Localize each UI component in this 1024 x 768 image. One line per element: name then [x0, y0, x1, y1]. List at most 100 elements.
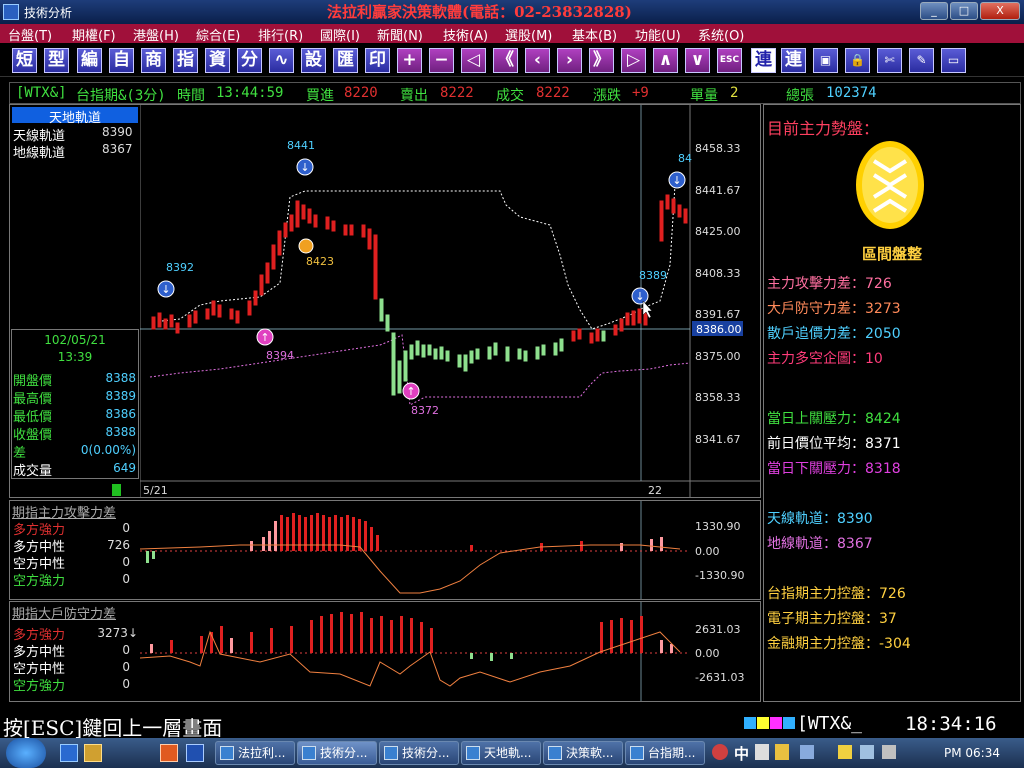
- task-decision[interactable]: 決策軟...: [543, 741, 623, 765]
- menu-system[interactable]: 系统(O): [698, 25, 744, 44]
- close-button[interactable]: X: [980, 2, 1020, 20]
- stat-upper-pressure: 當日上關壓力：8424: [767, 411, 901, 427]
- task-label: 天地軌...: [484, 746, 532, 760]
- symbol: [WTX&]: [16, 85, 67, 101]
- menu-intl[interactable]: 國際(I): [320, 25, 360, 44]
- lock-icon[interactable]: 🔒: [845, 48, 870, 73]
- tool-edit[interactable]: 編: [77, 48, 102, 73]
- tray-app-icon[interactable]: [712, 744, 728, 760]
- frame-icon[interactable]: ▭: [941, 48, 966, 73]
- bid-value: 8220: [344, 85, 378, 101]
- quicklaunch-app-icon[interactable]: [160, 744, 178, 762]
- defense-diff-panel[interactable]: 期指大戶防守力差 多方強力 3273↓ 多方中性 0 空方中性 0 空方強力 0…: [9, 601, 761, 702]
- menu-ranking[interactable]: 排行(R): [258, 25, 303, 44]
- stat-lower-pressure: 當日下關壓力：8318: [767, 461, 901, 477]
- y-tick: 8358.33: [695, 391, 741, 404]
- trend-badge-label: 區間盤整: [861, 245, 922, 263]
- tray-clock[interactable]: PM 06:34: [944, 746, 1000, 760]
- ind1-tick-zero: 0.00: [695, 545, 720, 558]
- task-tech-analysis-1[interactable]: 技術分...: [297, 741, 377, 765]
- task-tech-analysis-2[interactable]: 技術分...: [379, 741, 459, 765]
- tool-print[interactable]: 印: [365, 48, 390, 73]
- menu-news[interactable]: 新聞(N): [377, 25, 423, 44]
- first-icon[interactable]: ◁: [461, 48, 486, 73]
- menu-futures[interactable]: 期權(F): [72, 25, 116, 44]
- candlestick-chart[interactable]: 8441 ↓ 8392 ↓ 8423 ↑ 8394 ↑ 8372 8389 ↓ …: [140, 105, 760, 497]
- ime-indicator[interactable]: 中: [734, 743, 749, 764]
- tool-short[interactable]: 短: [12, 48, 37, 73]
- tool-split[interactable]: 分: [237, 48, 262, 73]
- quicklaunch-folder-icon[interactable]: [84, 744, 102, 762]
- link-button-active[interactable]: 連: [751, 48, 776, 73]
- title-bar: 技術分析 法拉利贏家決策軟體(電話：02-23832828) _ □ X: [0, 0, 1024, 24]
- tool-export[interactable]: 匯: [333, 48, 358, 73]
- tray-network-icon[interactable]: [860, 745, 874, 759]
- task-ferrari[interactable]: 法拉利...: [215, 741, 295, 765]
- tray-help-icon[interactable]: [800, 745, 814, 759]
- attack-diff-panel[interactable]: 期指主力攻擊力差 多方強力 0 多方中性 726 空方中性 0 空方強力 0 1…: [9, 500, 761, 600]
- marker-8423[interactable]: 8423: [298, 238, 334, 268]
- zoom-out-icon[interactable]: −: [429, 48, 454, 73]
- stat-te-control: 電子期主力控盤：37: [767, 611, 897, 627]
- task-label: 技術分...: [402, 746, 450, 760]
- price-chart-panel[interactable]: 天地軌道 天線軌道 8390 地線軌道 8367 102/05/21 13:39…: [9, 104, 761, 498]
- tool-custom[interactable]: 自: [109, 48, 134, 73]
- change-label: 漲跌: [593, 88, 621, 104]
- up-icon[interactable]: ∧: [653, 48, 678, 73]
- fast-back-icon[interactable]: 《: [493, 48, 518, 73]
- marker-8394[interactable]: ↑ 8394: [256, 328, 294, 362]
- high-label: 最高價: [13, 392, 53, 407]
- x-label-start: 5/21: [143, 484, 168, 497]
- menu-basic[interactable]: 基本(B): [572, 25, 617, 44]
- tool-type[interactable]: 型: [44, 48, 69, 73]
- candles: [151, 194, 688, 396]
- menu-picker[interactable]: 選股(M): [505, 25, 552, 44]
- time-value: 13:44:59: [216, 85, 284, 101]
- fast-forward-icon[interactable]: 》: [589, 48, 614, 73]
- scissors-icon[interactable]: ✄: [877, 48, 902, 73]
- app-icon: [548, 746, 562, 760]
- ind1-tick-top: 1330.90: [695, 520, 741, 533]
- esc-button[interactable]: ESC: [717, 48, 742, 73]
- marker-84[interactable]: 84 ↓: [668, 152, 692, 189]
- current-price-tag: 8386.00: [696, 323, 742, 336]
- start-button[interactable]: [6, 738, 46, 768]
- quicklaunch-word-icon[interactable]: [186, 744, 204, 762]
- menu-hk[interactable]: 港盤(H): [133, 25, 179, 44]
- tray-pad-icon[interactable]: [775, 744, 789, 760]
- pencil-icon[interactable]: ✎: [909, 48, 934, 73]
- marker-8441[interactable]: 8441 ↓: [287, 139, 315, 176]
- zoom-in-icon[interactable]: +: [397, 48, 422, 73]
- window-icon[interactable]: ▣: [813, 48, 838, 73]
- marker-8392-label: 8392: [166, 261, 194, 274]
- menu-composite[interactable]: 綜合(E): [196, 25, 240, 44]
- down-icon[interactable]: ∨: [685, 48, 710, 73]
- status-hint: 按[ESC]鍵回上一層畫面: [3, 716, 223, 740]
- task-track[interactable]: 天地軌...: [461, 741, 541, 765]
- back-icon[interactable]: ‹: [525, 48, 550, 73]
- menu-tech[interactable]: 技術(A): [443, 25, 488, 44]
- marker-8392[interactable]: 8392 ↓: [157, 261, 194, 298]
- tray-flag-icon[interactable]: [838, 745, 852, 759]
- menu-taipan[interactable]: 台盤(T): [8, 25, 52, 44]
- last-icon[interactable]: ▷: [621, 48, 646, 73]
- chart-icon[interactable]: ∿: [269, 48, 294, 73]
- link-button[interactable]: 連: [781, 48, 806, 73]
- quicklaunch-ie-icon[interactable]: [60, 744, 78, 762]
- minimize-button[interactable]: _: [920, 2, 948, 20]
- maximize-button[interactable]: □: [950, 2, 978, 20]
- tray-keyboard-icon[interactable]: [755, 744, 769, 760]
- tool-data[interactable]: 資: [205, 48, 230, 73]
- tool-index[interactable]: 指: [173, 48, 198, 73]
- arrow-down-icon: ↓: [672, 174, 681, 187]
- tool-product[interactable]: 商: [141, 48, 166, 73]
- forward-icon[interactable]: ›: [557, 48, 582, 73]
- tool-settings[interactable]: 設: [301, 48, 326, 73]
- menu-function[interactable]: 功能(U): [635, 25, 681, 44]
- ind2-row4-value: 0: [122, 677, 130, 691]
- task-tx-futures[interactable]: 台指期...: [625, 741, 705, 765]
- marker-8372[interactable]: ↑ 8372: [402, 382, 439, 417]
- total-value: 102374: [826, 85, 877, 101]
- tray-volume-icon[interactable]: [882, 745, 896, 759]
- stat-defense-diff: 大戶防守力差：3273: [767, 301, 901, 317]
